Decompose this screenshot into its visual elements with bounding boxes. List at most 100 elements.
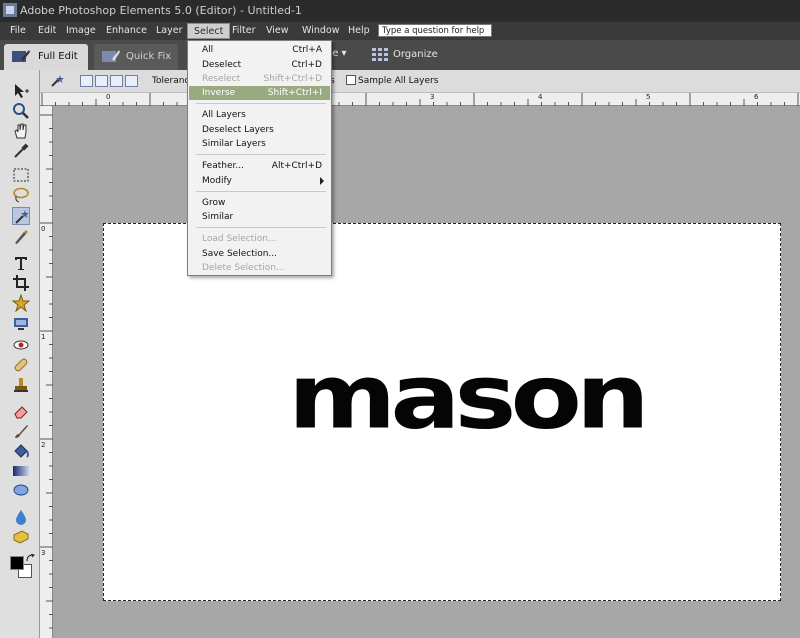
left-ruler-label: 0 xyxy=(41,225,46,233)
menu-item-shortcut: Shift+Ctrl+D xyxy=(263,74,322,84)
menu-item-label: Feather... xyxy=(202,161,244,171)
menu-separator xyxy=(196,191,326,192)
left-ruler-label: 3 xyxy=(41,549,46,557)
magic-wand-tool[interactable] xyxy=(12,207,30,225)
menu-item-shortcut: Shift+Ctrl+I xyxy=(267,88,322,98)
tab-full-edit-label: Full Edit xyxy=(38,51,78,62)
left-ruler: 0 1 2 3 xyxy=(40,106,53,638)
zoom-tool[interactable] xyxy=(12,102,30,120)
new-selection-button[interactable] xyxy=(80,75,93,87)
gradient-tool[interactable] xyxy=(12,462,30,480)
photoshop-elements-icon xyxy=(3,3,17,17)
eraser-tool[interactable] xyxy=(12,402,30,420)
menu-item-modify[interactable]: Modify xyxy=(189,174,330,188)
menu-item-load-selection: Load Selection... xyxy=(189,232,330,246)
tolerance-label: Toleranc xyxy=(152,76,190,86)
add-to-selection-button[interactable] xyxy=(95,75,108,87)
healing-brush-tool[interactable] xyxy=(12,356,30,374)
brush-tool[interactable] xyxy=(12,422,30,440)
menu-item-deselect[interactable]: Deselect Ctrl+D xyxy=(189,58,330,72)
menu-item-similar-layers[interactable]: Similar Layers xyxy=(189,137,330,151)
top-ruler: 0 1 3 4 5 6 xyxy=(40,93,800,106)
eyedropper-tool[interactable] xyxy=(12,142,30,160)
move-tool[interactable] xyxy=(12,82,30,100)
help-search-input[interactable]: Type a question for help xyxy=(378,24,492,37)
menu-item-shortcut: Ctrl+D xyxy=(291,60,323,70)
blur-tool[interactable] xyxy=(12,508,30,526)
menu-item-similar[interactable]: Similar xyxy=(189,210,330,224)
shape-tool[interactable] xyxy=(12,482,30,500)
menu-separator xyxy=(196,227,326,228)
magic-wand-preset-icon[interactable] xyxy=(50,74,64,88)
sample-all-layers-label: Sample All Layers xyxy=(358,76,439,86)
color-swatches[interactable] xyxy=(9,554,35,580)
hand-tool[interactable] xyxy=(12,122,30,140)
menu-item-inverse[interactable]: Inverse Shift+Ctrl+I xyxy=(189,86,330,100)
submenu-arrow-icon xyxy=(320,177,324,185)
rectangular-marquee-icon xyxy=(13,168,29,182)
menu-item-label: Deselect xyxy=(202,60,242,70)
top-ruler-label: 0 xyxy=(106,93,111,101)
straighten-tool[interactable] xyxy=(12,314,30,332)
subtract-from-selection-button[interactable] xyxy=(110,75,123,87)
menu-filter[interactable]: Filter xyxy=(232,25,256,36)
hand-icon xyxy=(14,123,27,139)
cookie-cutter-tool[interactable] xyxy=(11,293,31,313)
menu-item-feather[interactable]: Feather... Alt+Ctrl+D xyxy=(189,159,330,173)
menu-item-all-layers[interactable]: All Layers xyxy=(189,108,330,122)
menu-item-all[interactable]: All Ctrl+A xyxy=(189,43,330,57)
zoom-icon xyxy=(13,103,29,119)
organize-label: Organize xyxy=(393,49,438,60)
marquee-tool[interactable] xyxy=(12,166,30,184)
top-ruler-label: 6 xyxy=(754,93,759,101)
type-tool[interactable] xyxy=(12,254,30,272)
menu-item-save-selection[interactable]: Save Selection... xyxy=(189,247,330,261)
menu-window[interactable]: Window xyxy=(302,25,339,36)
clone-stamp-tool[interactable] xyxy=(12,376,30,394)
organize-grid-icon xyxy=(372,48,388,61)
lasso-tool[interactable] xyxy=(12,186,30,204)
menu-item-label: Similar xyxy=(202,212,234,222)
foreground-color-swatch[interactable] xyxy=(10,556,24,570)
swap-colors-icon[interactable] xyxy=(26,554,35,563)
canvas-text-mason: mason xyxy=(288,344,650,450)
sponge-tool[interactable] xyxy=(12,528,30,546)
menu-help[interactable]: Help xyxy=(348,25,370,36)
window-title: Adobe Photoshop Elements 5.0 (Editor) - … xyxy=(20,4,302,17)
lasso-icon xyxy=(13,187,29,203)
menu-item-label: Load Selection... xyxy=(202,234,277,244)
crop-icon xyxy=(13,275,29,291)
menu-enhance[interactable]: Enhance xyxy=(106,25,147,36)
menu-edit[interactable]: Edit xyxy=(38,25,56,36)
menu-view[interactable]: View xyxy=(266,25,289,36)
tab-quick-fix[interactable]: Quick Fix xyxy=(94,44,178,70)
tab-full-edit[interactable]: Full Edit xyxy=(4,44,88,70)
intersect-selection-button[interactable] xyxy=(125,75,138,87)
menu-item-deselect-layers[interactable]: Deselect Layers xyxy=(189,123,330,137)
top-ruler-label: 5 xyxy=(646,93,651,101)
menu-file[interactable]: File xyxy=(10,25,26,36)
left-ruler-label: 1 xyxy=(41,333,46,341)
brush-icon xyxy=(15,425,28,438)
top-ruler-label: 3 xyxy=(430,93,435,101)
menu-layer[interactable]: Layer xyxy=(156,25,183,36)
menu-separator xyxy=(196,103,326,104)
paint-bucket-tool[interactable] xyxy=(12,442,30,460)
menu-item-label: All xyxy=(202,45,214,55)
red-eye-tool[interactable] xyxy=(12,336,30,354)
menu-item-shortcut: Alt+Ctrl+D xyxy=(271,161,322,171)
paint-bucket-icon xyxy=(14,444,29,458)
quick-fix-icon xyxy=(102,50,120,62)
selection-brush-tool[interactable] xyxy=(12,228,30,246)
crop-tool[interactable] xyxy=(12,274,30,292)
toolbox xyxy=(0,70,40,638)
sample-all-layers-checkbox[interactable] xyxy=(346,75,356,85)
menu-select[interactable]: Select xyxy=(187,23,231,39)
menu-item-grow[interactable]: Grow xyxy=(189,196,330,210)
title-bar: Adobe Photoshop Elements 5.0 (Editor) - … xyxy=(0,0,800,22)
menu-item-label: Deselect Layers xyxy=(202,125,274,135)
ellipse-shape-icon xyxy=(13,484,29,496)
top-ruler-ticks xyxy=(41,93,799,106)
menu-image[interactable]: Image xyxy=(66,25,96,36)
left-ruler-ticks xyxy=(40,114,53,629)
